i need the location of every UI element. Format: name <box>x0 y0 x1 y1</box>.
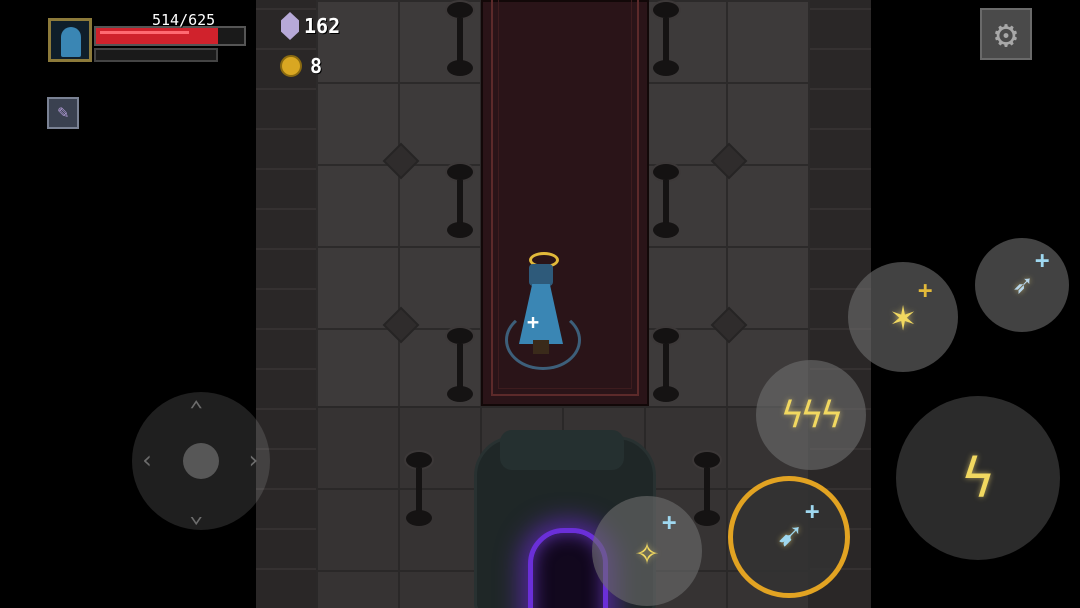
skill-lightning-bolt-button[interactable]: ϟ <box>896 396 1060 560</box>
upgrade-plus-icon: + <box>1035 246 1050 274</box>
arrow-right-icon: › <box>246 446 261 474</box>
upgrade-plus-icon: + <box>805 497 820 525</box>
altar-top <box>500 430 624 470</box>
arrow-down-icon: ⌄ <box>189 500 204 528</box>
ice-slash-icon: ➹ <box>776 514 802 560</box>
pillar <box>651 0 681 78</box>
game-viewport[interactable]: + 514/625 ✎ 162 8 ⚙ ⌃ ⌄ ‹ › ✶ + ➶ + ϟϟϟ … <box>0 0 1080 608</box>
left-wall <box>256 0 316 608</box>
coin-count: 8 <box>310 54 323 78</box>
lightning-bolt-icon: ϟ <box>961 446 995 510</box>
constellation-icon: ✧ <box>634 528 660 574</box>
wizard-avatar-icon <box>61 27 81 57</box>
pillar <box>445 0 475 78</box>
player-portrait <box>48 18 92 62</box>
skill-lightning-storm-button[interactable]: ϟϟϟ <box>756 360 866 470</box>
player-character: + <box>505 250 581 370</box>
coin-icon <box>280 55 302 77</box>
skill-ice-dash-button[interactable]: ➶ + <box>975 238 1069 332</box>
skill-fire-dash-button[interactable]: ✶ + <box>848 262 958 372</box>
skill-constellation-button[interactable]: ✧ + <box>592 496 702 606</box>
upgrade-plus-icon: + <box>918 276 933 304</box>
health-text: 514/625 <box>152 11 216 29</box>
aim-cross-icon: + <box>527 310 540 334</box>
gear-icon: ⚙ <box>994 12 1018 56</box>
pillar <box>651 326 681 404</box>
gem-count: 162 <box>304 14 341 38</box>
pillar <box>651 162 681 240</box>
lightning-storm-icon: ϟϟϟ <box>781 394 842 436</box>
pillar <box>445 326 475 404</box>
fire-dash-icon: ✶ <box>890 294 916 340</box>
arrow-up-icon: ⌃ <box>189 396 204 424</box>
upgrade-plus-icon: + <box>662 508 677 536</box>
mana-bar <box>94 48 218 62</box>
arrow-left-icon: ‹ <box>140 446 155 474</box>
skill-ice-slash-button-selected[interactable]: ➹ + <box>728 476 850 598</box>
health-bar <box>94 26 246 46</box>
settings-button[interactable]: ⚙ <box>980 8 1032 60</box>
pillar <box>692 450 722 528</box>
pillar <box>404 450 434 528</box>
relic-icon[interactable]: ✎ <box>47 97 79 129</box>
ice-dash-icon: ➶ <box>1012 266 1032 304</box>
pillar <box>445 162 475 240</box>
joystick-thumb[interactable] <box>183 443 219 479</box>
